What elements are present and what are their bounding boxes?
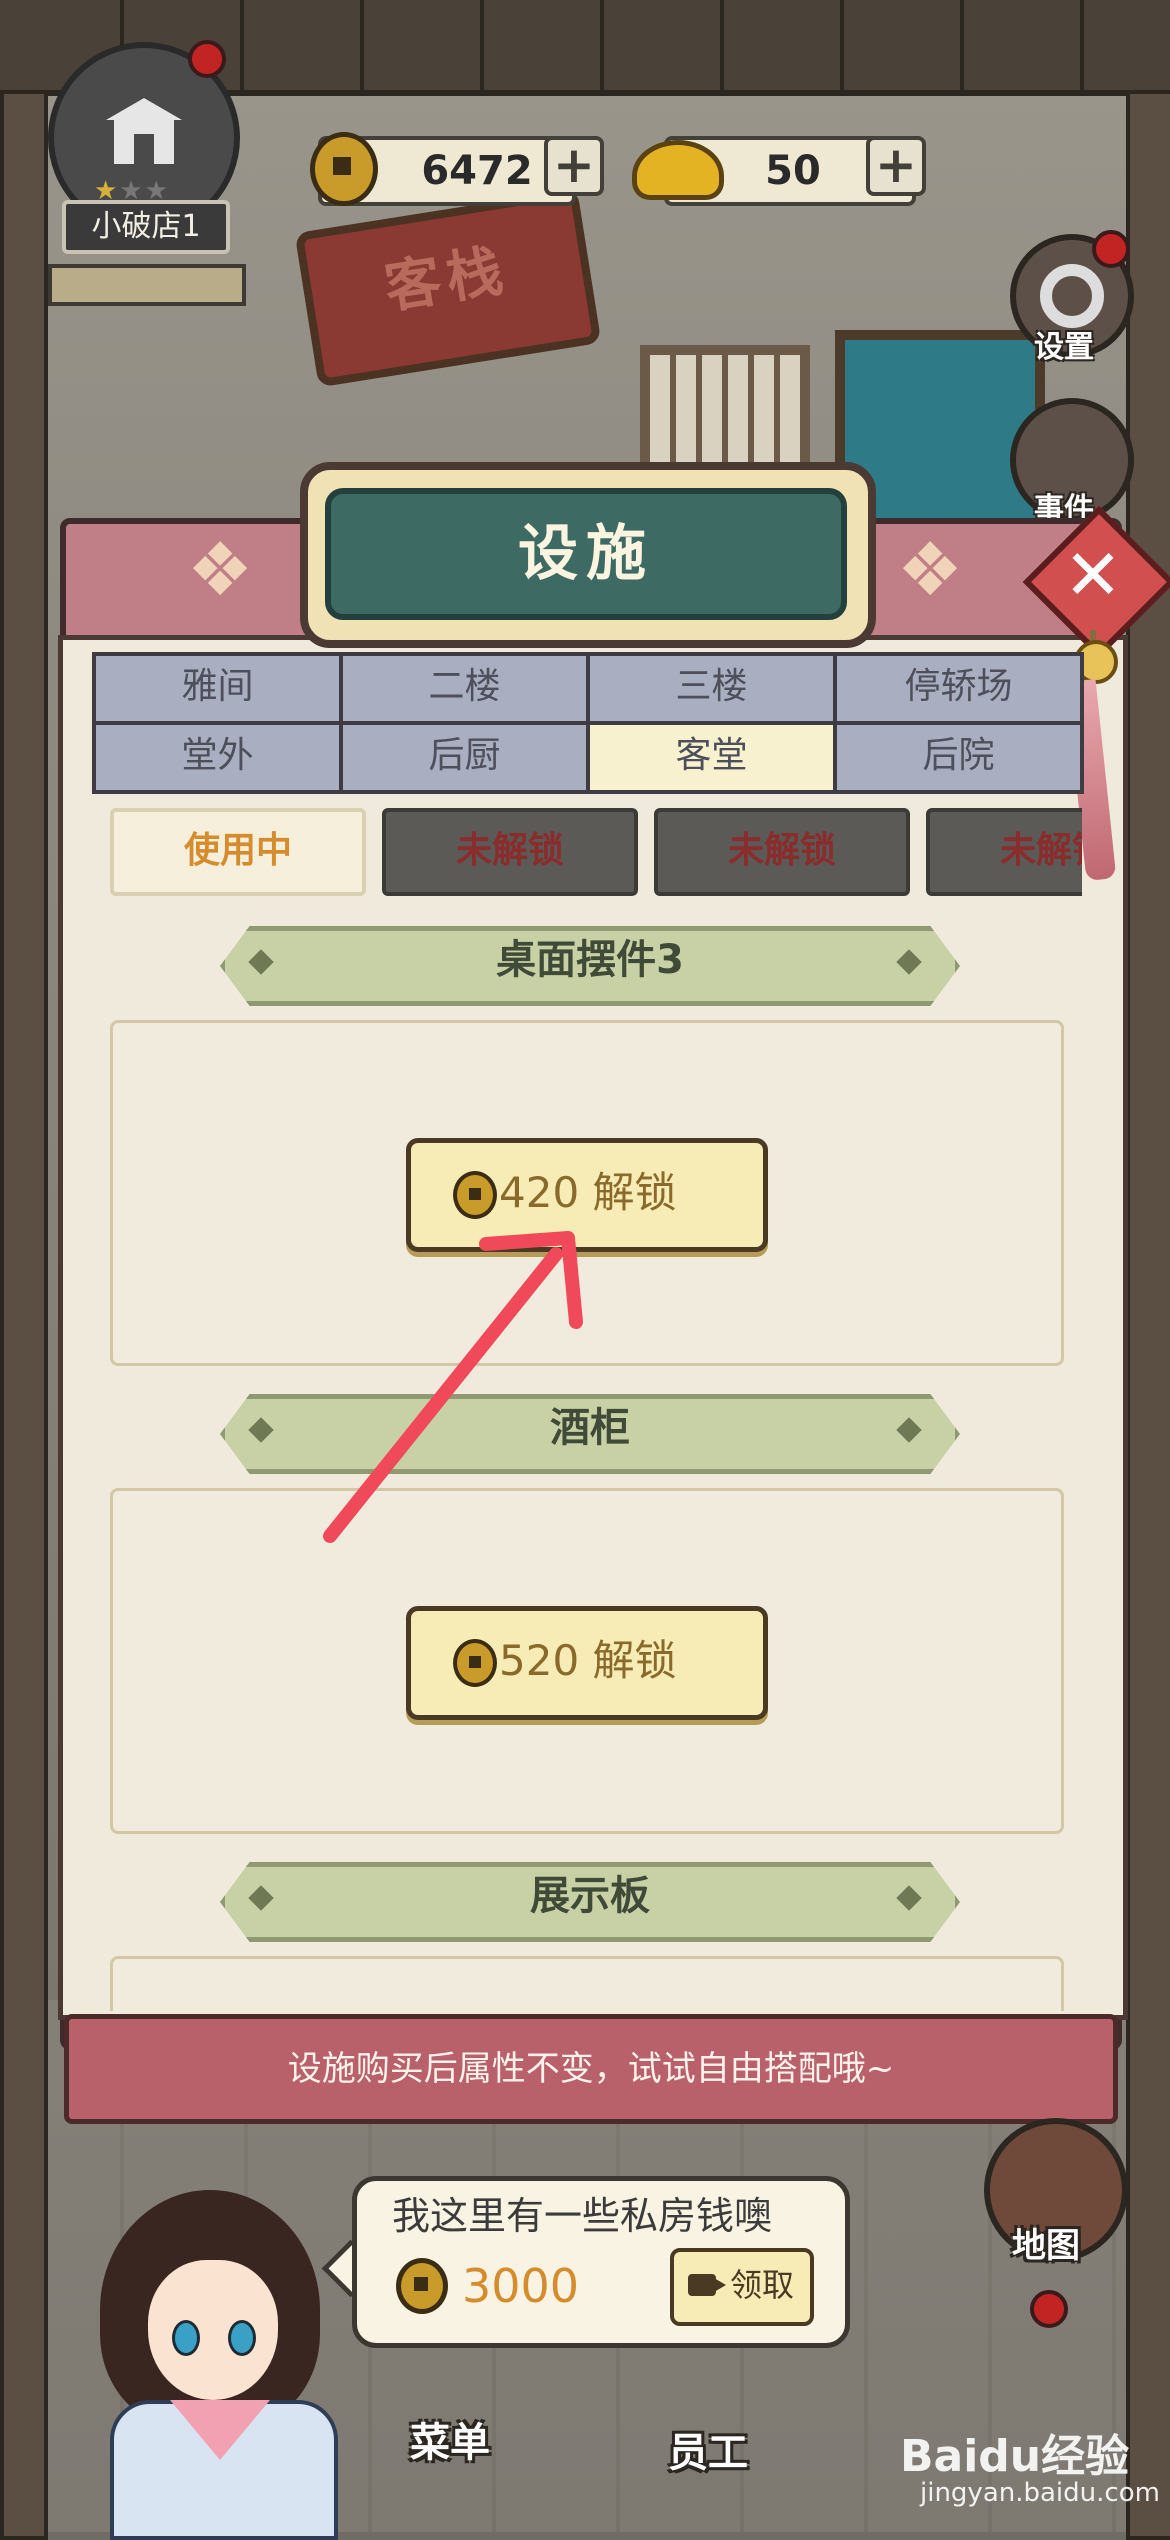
section-title-2: 酒柜: [550, 1405, 630, 1451]
unlock-button-2[interactable]: 520 解锁: [406, 1606, 768, 1720]
ingot-count: 50: [765, 148, 821, 194]
tab-backyard[interactable]: 后院: [837, 725, 1080, 790]
coin-icon: [453, 1171, 497, 1219]
claim-label: 领取: [730, 2266, 795, 2304]
tab-sedan-parking[interactable]: 停轿场: [837, 656, 1080, 721]
add-coins-button[interactable]: +: [544, 136, 604, 196]
close-icon[interactable]: ✕: [1048, 530, 1138, 620]
floor-tabs: 雅间 二楼 三楼 停轿场 堂外 后厨 客堂 后院: [92, 652, 1084, 794]
tab-outside[interactable]: 堂外: [96, 725, 339, 790]
tab-yajian[interactable]: 雅间: [96, 656, 339, 721]
bubble-amount: 3000: [462, 2259, 580, 2313]
subtab-in-use[interactable]: 使用中: [110, 808, 366, 896]
unlock-button-1[interactable]: 420 解锁: [406, 1138, 768, 1252]
settings-label: 设置: [1034, 330, 1094, 365]
tab-guest-hall[interactable]: 客堂: [590, 725, 833, 790]
tab-third-floor[interactable]: 三楼: [590, 656, 833, 721]
video-camera-icon: [688, 2274, 726, 2296]
claim-button[interactable]: 领取: [670, 2248, 814, 2326]
left-pillar: [0, 90, 48, 2540]
menu-label: 菜单: [410, 2420, 490, 2466]
add-ingots-button[interactable]: +: [866, 136, 926, 196]
shop-progress-bar: [48, 264, 246, 306]
section-box-3: [110, 1956, 1064, 2011]
shop-house-icon: [106, 98, 182, 168]
kitchen-notification-dot: [1030, 2290, 1068, 2328]
tab-second-floor[interactable]: 二楼: [343, 656, 586, 721]
notification-dot: [188, 40, 226, 78]
tip-banner: 设施购买后属性不变，试试自由搭配哦~: [64, 2014, 1118, 2124]
coin-count: 6472: [421, 148, 533, 194]
section-title-3: 展示板: [530, 1873, 650, 1919]
character-portrait: [60, 2150, 360, 2540]
coin-icon: [453, 1639, 497, 1687]
unlock-label-1: 420 解锁: [499, 1168, 677, 1217]
subtab-locked-2[interactable]: 未解锁: [654, 808, 910, 896]
coin-icon: [310, 132, 378, 206]
map-label: 地图: [1012, 2226, 1080, 2266]
watermark-url: jingyan.baidu.com: [920, 2478, 1160, 2508]
staff-label: 员工: [668, 2430, 748, 2476]
style-subtabs: 使用中 未解锁 未解锁 未解锁: [92, 800, 1082, 900]
settings-notification-dot: [1092, 230, 1130, 268]
section-title-1: 桌面摆件3: [496, 937, 684, 983]
gear-icon: [1040, 264, 1104, 328]
bubble-text: 我这里有一些私房钱噢: [392, 2194, 773, 2238]
coin-icon: [396, 2258, 448, 2314]
subtab-locked-3[interactable]: 未解锁: [926, 808, 1082, 896]
flower-ornament-right: ❖: [896, 527, 964, 613]
panel-title: 设施: [325, 488, 847, 620]
subtab-locked-1[interactable]: 未解锁: [382, 808, 638, 896]
watermark-brand: Baidu经验: [900, 2431, 1130, 2482]
tab-kitchen[interactable]: 后厨: [343, 725, 586, 790]
unlock-label-2: 520 解锁: [499, 1636, 677, 1685]
flower-ornament-left: ❖: [186, 527, 254, 613]
shop-name: 小破店1: [62, 200, 230, 254]
